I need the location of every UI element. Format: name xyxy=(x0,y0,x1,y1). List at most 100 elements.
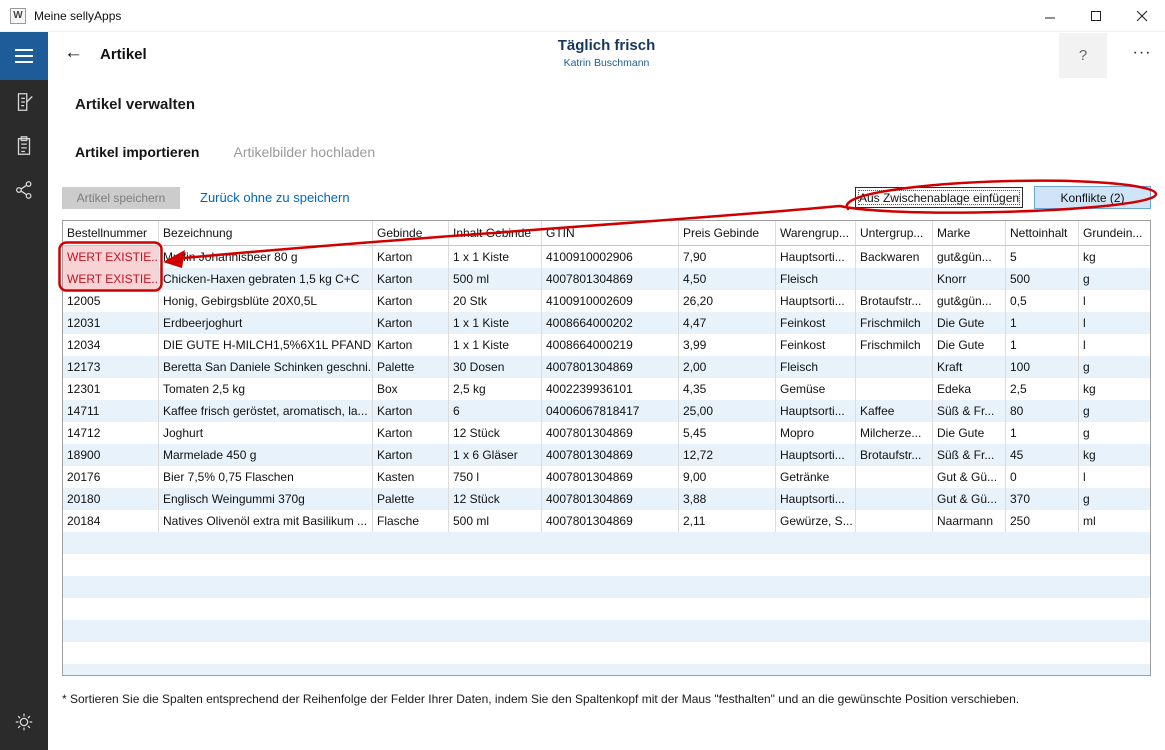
column-header[interactable]: Preis Gebinde xyxy=(679,221,776,245)
grid-header-row: BestellnummerBezeichnungGebindeInhalt Ge… xyxy=(63,221,1150,246)
tab-bar: Artikel importieren Artikelbilder hochla… xyxy=(75,144,375,160)
table-cell: 7,90 xyxy=(679,246,776,268)
tab-artikelbilder-hochladen[interactable]: Artikelbilder hochladen xyxy=(233,144,375,160)
sort-hint-note: * Sortieren Sie die Spalten entsprechend… xyxy=(62,692,1152,706)
column-header[interactable]: Untergrup... xyxy=(856,221,933,245)
column-header[interactable]: Bestellnummer xyxy=(63,221,159,245)
table-cell: 6 xyxy=(449,400,542,422)
table-row[interactable]: WERT EXISTIE...Muffin Johannisbeer 80 gK… xyxy=(63,246,1150,268)
table-cell: Fleisch xyxy=(776,356,856,378)
table-cell: g xyxy=(1079,268,1151,290)
table-row[interactable]: 20180Englisch Weingummi 370gPalette12 St… xyxy=(63,488,1150,510)
menu-button[interactable] xyxy=(0,32,48,80)
close-button[interactable] xyxy=(1119,0,1165,32)
network-share-icon xyxy=(13,179,35,201)
table-cell: Karton xyxy=(373,312,449,334)
table-row[interactable]: 14712JoghurtKarton12 Stück40078013048695… xyxy=(63,422,1150,444)
account-header: Täglich frisch Katrin Buschmann xyxy=(48,37,1165,69)
column-header[interactable]: Nettoinhalt xyxy=(1006,221,1079,245)
table-cell: Hauptsorti... xyxy=(776,488,856,510)
hamburger-icon xyxy=(15,49,33,51)
table-cell: Hauptsorti... xyxy=(776,400,856,422)
minimize-icon xyxy=(1044,10,1056,22)
sidebar-item-share[interactable] xyxy=(0,168,48,212)
table-row[interactable]: 20184Natives Olivenöl extra mit Basiliku… xyxy=(63,510,1150,532)
table-cell: Gemüse xyxy=(776,378,856,400)
settings-gear-icon xyxy=(13,711,35,733)
column-header[interactable]: Inhalt Gebinde xyxy=(449,221,542,245)
column-header[interactable]: Marke xyxy=(933,221,1006,245)
table-cell: Karton xyxy=(373,268,449,290)
column-header[interactable]: Warengrup... xyxy=(776,221,856,245)
help-button[interactable]: ? xyxy=(1059,33,1107,78)
table-cell: 3,88 xyxy=(679,488,776,510)
paste-from-clipboard-button[interactable]: Aus Zwischenablage einfügen xyxy=(855,187,1023,208)
table-row[interactable]: 18900Marmelade 450 gKarton1 x 6 Gläser40… xyxy=(63,444,1150,466)
table-row[interactable]: 12031ErdbeerjoghurtKarton1 x 1 Kiste4008… xyxy=(63,312,1150,334)
table-cell: kg xyxy=(1079,444,1151,466)
table-cell: 4,35 xyxy=(679,378,776,400)
table-cell: ml xyxy=(1079,510,1151,532)
table-cell: Karton xyxy=(373,444,449,466)
window-title: Meine sellyApps xyxy=(34,9,121,23)
table-row[interactable]: 12034DIE GUTE H-MILCH1,5%6X1L PFANDKarto… xyxy=(63,334,1150,356)
save-articles-button[interactable]: Artikel speichern xyxy=(62,187,180,209)
table-cell: 12 Stück xyxy=(449,488,542,510)
table-row[interactable]: 12173Beretta San Daniele Schinken geschn… xyxy=(63,356,1150,378)
table-cell: Karton xyxy=(373,422,449,444)
sidebar-item-articles[interactable] xyxy=(0,124,48,168)
table-row[interactable]: WERT EXISTIE...Chicken-Haxen gebraten 1,… xyxy=(63,268,1150,290)
table-cell: 20 Stk xyxy=(449,290,542,312)
table-cell: 2,11 xyxy=(679,510,776,532)
column-header[interactable]: Gebinde xyxy=(373,221,449,245)
table-cell: Milcherze... xyxy=(856,422,933,444)
table-cell: Gewürze, S... xyxy=(776,510,856,532)
table-cell: 20176 xyxy=(63,466,159,488)
table-cell: 2,5 xyxy=(1006,378,1079,400)
table-cell: Getränke xyxy=(776,466,856,488)
table-cell: 45 xyxy=(1006,444,1079,466)
table-cell: 4007801304869 xyxy=(542,488,679,510)
table-cell: gut&gün... xyxy=(933,246,1006,268)
column-header[interactable]: Bezeichnung xyxy=(159,221,373,245)
minimize-button[interactable] xyxy=(1027,0,1073,32)
sidebar-item-documents[interactable] xyxy=(0,80,48,124)
conflicts-button[interactable]: Konflikte (2) xyxy=(1034,186,1151,209)
table-cell: 500 xyxy=(1006,268,1079,290)
table-cell: g xyxy=(1079,356,1151,378)
table-cell: Fleisch xyxy=(776,268,856,290)
table-cell: 4002239936101 xyxy=(542,378,679,400)
sidebar-item-settings[interactable] xyxy=(0,700,48,744)
table-row[interactable]: 14711Kaffee frisch geröstet, aromatisch,… xyxy=(63,400,1150,422)
tab-artikel-importieren[interactable]: Artikel importieren xyxy=(75,144,199,160)
table-cell: kg xyxy=(1079,378,1151,400)
table-row[interactable]: 12301Tomaten 2,5 kgBox2,5 kg400223993610… xyxy=(63,378,1150,400)
table-cell: 1 x 1 Kiste xyxy=(449,334,542,356)
table-cell: Karton xyxy=(373,334,449,356)
maximize-button[interactable] xyxy=(1073,0,1119,32)
table-cell: l xyxy=(1079,290,1151,312)
table-row[interactable]: 12005Honig, Gebirgsblüte 20X0,5LKarton20… xyxy=(63,290,1150,312)
table-cell: 4008664000219 xyxy=(542,334,679,356)
table-cell: Frischmilch xyxy=(856,312,933,334)
table-cell: Die Gute xyxy=(933,422,1006,444)
table-cell: Erdbeerjoghurt xyxy=(159,312,373,334)
table-cell: 12 Stück xyxy=(449,422,542,444)
table-cell: 30 Dosen xyxy=(449,356,542,378)
table-cell xyxy=(856,510,933,532)
table-cell: Gut & Gü... xyxy=(933,488,1006,510)
back-without-saving-link[interactable]: Zurück ohne zu speichern xyxy=(200,190,350,205)
maximize-icon xyxy=(1090,10,1102,22)
table-cell: 04006067818417 xyxy=(542,400,679,422)
document-pen-icon xyxy=(13,91,35,113)
more-button[interactable]: ··· xyxy=(1122,44,1162,62)
table-cell: 370 xyxy=(1006,488,1079,510)
column-header[interactable]: GTIN xyxy=(542,221,679,245)
close-icon xyxy=(1136,10,1148,22)
table-cell: DIE GUTE H-MILCH1,5%6X1L PFAND xyxy=(159,334,373,356)
column-header[interactable]: Grundein... xyxy=(1079,221,1151,245)
table-cell: 4,47 xyxy=(679,312,776,334)
table-row[interactable]: 20176Bier 7,5% 0,75 FlaschenKasten750 l4… xyxy=(63,466,1150,488)
table-cell: Kaffee xyxy=(856,400,933,422)
ellipsis-icon: ··· xyxy=(1133,44,1152,61)
